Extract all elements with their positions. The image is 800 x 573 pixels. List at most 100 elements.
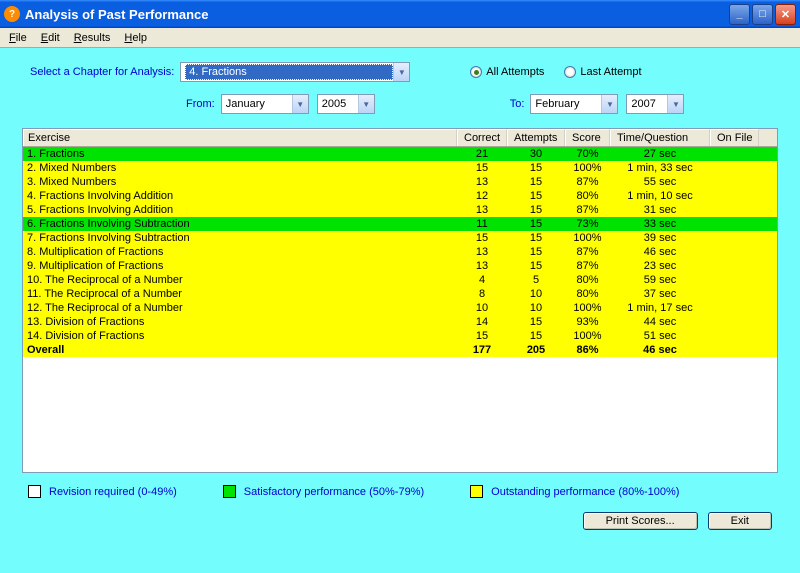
legend-box-yellow xyxy=(470,485,483,498)
all-attempts-radio[interactable]: All Attempts xyxy=(470,66,544,78)
cell-score: 100% xyxy=(565,329,610,343)
chevron-down-icon[interactable]: ▼ xyxy=(393,63,409,81)
col-onfile[interactable]: On File xyxy=(710,129,759,146)
cell-time: 46 sec xyxy=(610,245,710,259)
print-scores-button[interactable]: Print Scores... xyxy=(583,512,698,530)
cell-exercise: 11. The Reciprocal of a Number xyxy=(23,287,457,301)
cell-score: 87% xyxy=(565,245,610,259)
chevron-down-icon[interactable]: ▼ xyxy=(292,95,308,113)
cell-score: 73% xyxy=(565,217,610,231)
cell-time: 44 sec xyxy=(610,315,710,329)
cell-time: 59 sec xyxy=(610,273,710,287)
minimize-button[interactable]: _ xyxy=(729,4,750,25)
cell-time: 1 min, 10 sec xyxy=(610,189,710,203)
cell-score: 100% xyxy=(565,231,610,245)
chapter-select-label: Select a Chapter for Analysis: xyxy=(30,66,174,78)
overall-row: Overall17720586%46 sec xyxy=(23,343,777,357)
from-year-dropdown[interactable]: 2005 ▼ xyxy=(317,94,375,114)
chapter-dropdown[interactable]: 4. Fractions ▼ xyxy=(180,62,410,82)
col-attempts[interactable]: Attempts xyxy=(507,129,565,146)
legend: Revision required (0-49%) Satisfactory p… xyxy=(0,481,800,502)
exit-button[interactable]: Exit xyxy=(708,512,772,530)
cell-exercise: 3. Mixed Numbers xyxy=(23,175,457,189)
app-icon: ? xyxy=(4,6,20,22)
to-month-dropdown[interactable]: February ▼ xyxy=(530,94,618,114)
chevron-down-icon[interactable]: ▼ xyxy=(358,95,374,113)
cell-attempts: 15 xyxy=(507,217,565,231)
cell-exercise: 5. Fractions Involving Addition xyxy=(23,203,457,217)
table-row[interactable]: 1. Fractions213070%27 sec xyxy=(23,147,777,161)
cell-attempts: 15 xyxy=(507,315,565,329)
col-score[interactable]: Score xyxy=(565,129,610,146)
menu-file[interactable]: File xyxy=(2,30,34,46)
legend-satisfactory: Satisfactory performance (50%-79%) xyxy=(244,486,424,498)
menu-results[interactable]: Results xyxy=(67,30,118,46)
cell-attempts: 10 xyxy=(507,301,565,315)
from-month-dropdown[interactable]: January ▼ xyxy=(221,94,309,114)
cell-onfile xyxy=(710,161,759,175)
table-row[interactable]: 6. Fractions Involving Subtraction111573… xyxy=(23,217,777,231)
table-row[interactable]: 11. The Reciprocal of a Number81080%37 s… xyxy=(23,287,777,301)
table-row[interactable]: 7. Fractions Involving Subtraction151510… xyxy=(23,231,777,245)
to-month-value: February xyxy=(535,98,601,110)
col-correct[interactable]: Correct xyxy=(457,129,507,146)
cell-exercise: 9. Multiplication of Fractions xyxy=(23,259,457,273)
cell-correct: 13 xyxy=(457,203,507,217)
cell-exercise: 8. Multiplication of Fractions xyxy=(23,245,457,259)
from-label: From: xyxy=(186,98,215,110)
table-row[interactable]: 13. Division of Fractions141593%44 sec xyxy=(23,315,777,329)
cell-correct: 21 xyxy=(457,147,507,161)
results-table: Exercise Correct Attempts Score Time/Que… xyxy=(22,128,778,473)
cell-time: 39 sec xyxy=(610,231,710,245)
chevron-down-icon[interactable]: ▼ xyxy=(667,95,683,113)
cell-attempts: 205 xyxy=(507,343,565,357)
radio-icon xyxy=(564,66,576,78)
last-attempt-label: Last Attempt xyxy=(580,66,641,78)
table-row[interactable]: 4. Fractions Involving Addition121580%1 … xyxy=(23,189,777,203)
window-buttons: _ □ ✕ xyxy=(729,4,796,25)
table-row[interactable]: 10. The Reciprocal of a Number4580%59 se… xyxy=(23,273,777,287)
table-row[interactable]: 9. Multiplication of Fractions131587%23 … xyxy=(23,259,777,273)
cell-onfile xyxy=(710,175,759,189)
cell-onfile xyxy=(710,273,759,287)
cell-attempts: 10 xyxy=(507,287,565,301)
col-exercise[interactable]: Exercise xyxy=(23,129,457,146)
cell-score: 93% xyxy=(565,315,610,329)
cell-correct: 15 xyxy=(457,161,507,175)
cell-attempts: 15 xyxy=(507,175,565,189)
table-row[interactable]: 8. Multiplication of Fractions131587%46 … xyxy=(23,245,777,259)
table-row[interactable]: 12. The Reciprocal of a Number1010100%1 … xyxy=(23,301,777,315)
cell-exercise: 14. Division of Fractions xyxy=(23,329,457,343)
cell-time: 27 sec xyxy=(610,147,710,161)
to-year-dropdown[interactable]: 2007 ▼ xyxy=(626,94,684,114)
close-button[interactable]: ✕ xyxy=(775,4,796,25)
table-row[interactable]: 2. Mixed Numbers1515100%1 min, 33 sec xyxy=(23,161,777,175)
table-row[interactable]: 3. Mixed Numbers131587%55 sec xyxy=(23,175,777,189)
col-time[interactable]: Time/Question xyxy=(610,129,710,146)
cell-correct: 4 xyxy=(457,273,507,287)
cell-exercise: 13. Division of Fractions xyxy=(23,315,457,329)
table-row[interactable]: 5. Fractions Involving Addition131587%31… xyxy=(23,203,777,217)
cell-onfile xyxy=(710,301,759,315)
legend-revision: Revision required (0-49%) xyxy=(49,486,177,498)
menu-help[interactable]: Help xyxy=(117,30,154,46)
from-month-value: January xyxy=(226,98,292,110)
cell-correct: 11 xyxy=(457,217,507,231)
table-row[interactable]: 14. Division of Fractions1515100%51 sec xyxy=(23,329,777,343)
cell-exercise: 6. Fractions Involving Subtraction xyxy=(23,217,457,231)
cell-exercise: Overall xyxy=(23,343,457,357)
cell-onfile xyxy=(710,315,759,329)
maximize-button[interactable]: □ xyxy=(752,4,773,25)
table-body: 1. Fractions213070%27 sec2. Mixed Number… xyxy=(23,147,777,357)
cell-score: 80% xyxy=(565,273,610,287)
cell-score: 87% xyxy=(565,259,610,273)
cell-onfile xyxy=(710,231,759,245)
to-year-value: 2007 xyxy=(631,98,667,110)
radio-icon xyxy=(470,66,482,78)
cell-time: 37 sec xyxy=(610,287,710,301)
chevron-down-icon[interactable]: ▼ xyxy=(601,95,617,113)
cell-onfile xyxy=(710,259,759,273)
menu-edit[interactable]: Edit xyxy=(34,30,67,46)
last-attempt-radio[interactable]: Last Attempt xyxy=(564,66,641,78)
legend-box-white xyxy=(28,485,41,498)
